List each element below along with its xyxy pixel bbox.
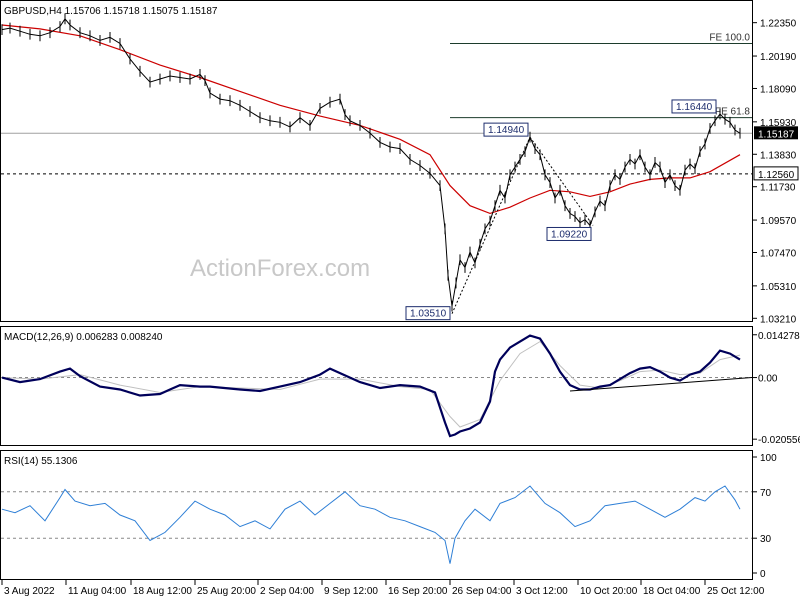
x-axis-tick-label: 3 Oct 12:00 xyxy=(516,586,568,597)
x-axis-tick-label: 11 Aug 04:00 xyxy=(68,586,127,597)
price-y-tick-label: 1.20190 xyxy=(760,52,797,63)
rsi-y-tick-label: 0 xyxy=(760,569,766,580)
watermark-text: ActionForex.com xyxy=(190,255,370,282)
price-y-tick-label: 1.03210 xyxy=(760,314,797,325)
x-axis-tick-label: 18 Aug 12:00 xyxy=(133,586,192,597)
x-axis-tick-label: 16 Sep 20:00 xyxy=(388,586,448,597)
macd-y-tick-label: 0.014278 xyxy=(758,331,800,342)
x-axis-tick-label: 3 Aug 2022 xyxy=(4,586,55,597)
x-axis-tick-label: 25 Aug 20:00 xyxy=(197,586,256,597)
price-panel: 1.223501.201901.180901.159301.138301.117… xyxy=(1,13,799,325)
price-annotation-label: 1.14940 xyxy=(488,125,525,136)
rsi-panel-title: RSI(14) 55.1306 xyxy=(4,456,78,467)
macd-trendline xyxy=(569,377,753,392)
x-axis-tick-label: 18 Oct 04:00 xyxy=(643,586,701,597)
rsi-line xyxy=(1,485,741,564)
moving-average-line xyxy=(1,24,741,215)
x-axis: 3 Aug 2022 11 Aug 04:00 18 Aug 12:00 25 Aug… xyxy=(1,580,765,597)
macd-panel-title: MACD(12,26,9) 0.006283 0.008240 xyxy=(4,332,163,343)
price-annotation-label: 1.09220 xyxy=(551,229,588,240)
support-level-label: 1.12560 xyxy=(758,170,795,181)
macd-y-tick-label: -0.020556 xyxy=(758,435,800,446)
fib-level-label: FE 100.0 xyxy=(709,33,750,44)
x-axis-tick-label: 10 Oct 20:00 xyxy=(580,586,638,597)
macd-line xyxy=(1,334,741,438)
rsi-y-tick-label: 30 xyxy=(760,534,772,545)
current-price-label: 1.15187 xyxy=(758,129,795,140)
price-y-tick-label: 1.18090 xyxy=(760,84,797,95)
price-annotation-label: 1.03510 xyxy=(410,309,447,320)
x-axis-tick-label: 9 Sep 12:00 xyxy=(324,586,378,597)
rsi-y-tick-label: 70 xyxy=(760,488,772,499)
price-annotation-label: 1.16440 xyxy=(676,102,713,113)
macd-y-tick-label: 0.00 xyxy=(758,374,778,385)
rsi-panel: 100 70 30 0 xyxy=(1,453,777,580)
price-line xyxy=(1,17,741,307)
rsi-y-tick-label: 100 xyxy=(760,453,777,464)
x-axis-tick-label: 2 Sep 04:00 xyxy=(260,586,314,597)
rsi-panel-frame xyxy=(0,450,753,580)
price-y-tick-label: 1.09570 xyxy=(760,216,797,227)
price-y-tick-label: 1.13830 xyxy=(760,150,797,161)
price-y-tick-label: 1.05310 xyxy=(760,282,797,293)
chart-canvas: 1.223501.201901.180901.159301.138301.117… xyxy=(0,0,800,597)
macd-panel: 0.014278 0.00 -0.020556 xyxy=(1,331,800,446)
price-y-tick-label: 1.11730 xyxy=(760,183,796,194)
wave-dashed-line xyxy=(451,136,531,314)
x-axis-tick-label: 26 Sep 04:00 xyxy=(452,586,512,597)
price-y-tick-label: 1.07470 xyxy=(760,249,797,260)
price-panel-frame xyxy=(0,0,753,322)
price-panel-title: GBPUSD,H4 1.15706 1.15718 1.15075 1.1518… xyxy=(4,6,218,17)
price-y-tick-label: 1.22350 xyxy=(760,19,797,30)
wave-dashed-line xyxy=(529,136,594,226)
x-axis-tick-label: 25 Oct 12:00 xyxy=(707,586,765,597)
